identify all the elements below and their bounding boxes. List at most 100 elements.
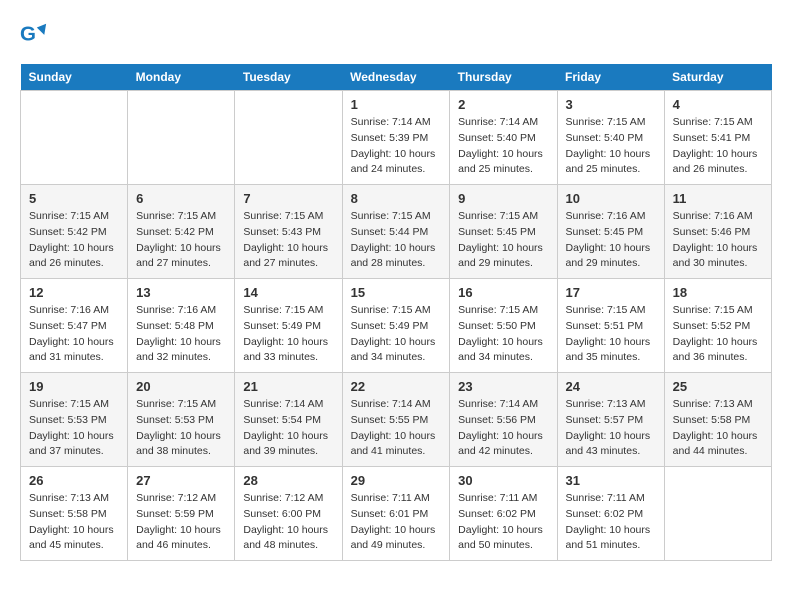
calendar-cell: 3Sunrise: 7:15 AMSunset: 5:40 PMDaylight… [557,91,664,185]
day-number: 8 [351,191,442,206]
logo-icon: G [20,20,48,48]
day-number: 15 [351,285,442,300]
calendar-cell: 14 Sunrise: 7:15 AMSunset: 5:49 PMDayligh… [235,279,342,373]
day-info: Sunrise: 7:16 AMSunset: 5:47 PMDaylight:… [29,303,119,366]
calendar-week-row: 19 Sunrise: 7:15 AMSunset: 5:53 PMDayligh… [21,373,772,467]
calendar-cell: 27 Sunrise: 7:12 AMSunset: 5:59 PMDayligh… [128,467,235,561]
calendar-cell: 22Sunrise: 7:14 AMSunset: 5:55 PMDayligh… [342,373,450,467]
calendar-week-row: 5 Sunrise: 7:15 AMSunset: 5:42 PMDaylight… [21,185,772,279]
day-number: 24 [566,379,656,394]
day-info: Sunrise: 7:14 AMSunset: 5:39 PMDaylight:… [351,115,442,178]
day-info: Sunrise: 7:15 AMSunset: 5:53 PMDaylight:… [29,397,119,460]
calendar-cell: 24Sunrise: 7:13 AMSunset: 5:57 PMDayligh… [557,373,664,467]
calendar-cell: 6 Sunrise: 7:15 AMSunset: 5:42 PMDaylight… [128,185,235,279]
day-number: 20 [136,379,226,394]
calendar-cell: 31 Sunrise: 7:11 AMSunset: 6:02 PMDayligh… [557,467,664,561]
day-number: 2 [458,97,548,112]
calendar-cell: 4 Sunrise: 7:15 AMSunset: 5:41 PMDaylight… [664,91,771,185]
svg-text:G: G [20,23,36,46]
calendar-cell: 2 Sunrise: 7:14 AMSunset: 5:40 PMDaylight… [450,91,557,185]
day-info: Sunrise: 7:15 AMSunset: 5:42 PMDaylight:… [29,209,119,272]
day-number: 17 [566,285,656,300]
day-header-thursday: Thursday [450,64,557,91]
day-number: 13 [136,285,226,300]
day-info: Sunrise: 7:11 AMSunset: 6:02 PMDaylight:… [566,491,656,554]
day-info: Sunrise: 7:12 AMSunset: 6:00 PMDaylight:… [243,491,333,554]
day-info: Sunrise: 7:15 AMSunset: 5:49 PMDaylight:… [351,303,442,366]
day-number: 30 [458,473,548,488]
calendar-cell: 13 Sunrise: 7:16 AMSunset: 5:48 PMDayligh… [128,279,235,373]
day-header-sunday: Sunday [21,64,128,91]
day-info: Sunrise: 7:11 AMSunset: 6:01 PMDaylight:… [351,491,442,554]
calendar-cell: 17 Sunrise: 7:15 AMSunset: 5:51 PMDayligh… [557,279,664,373]
calendar-week-row: 12Sunrise: 7:16 AMSunset: 5:47 PMDayligh… [21,279,772,373]
calendar-week-row: 26 Sunrise: 7:13 AMSunset: 5:58 PMDayligh… [21,467,772,561]
day-info: Sunrise: 7:15 AMSunset: 5:44 PMDaylight:… [351,209,442,272]
day-number: 10 [566,191,656,206]
day-info: Sunrise: 7:15 AMSunset: 5:41 PMDaylight:… [673,115,763,178]
calendar-header-row: SundayMondayTuesdayWednesdayThursdayFrid… [21,64,772,91]
day-number: 29 [351,473,442,488]
calendar-cell: 26 Sunrise: 7:13 AMSunset: 5:58 PMDayligh… [21,467,128,561]
calendar-cell: 20 Sunrise: 7:15 AMSunset: 5:53 PMDayligh… [128,373,235,467]
day-number: 28 [243,473,333,488]
day-info: Sunrise: 7:16 AMSunset: 5:46 PMDaylight:… [673,209,763,272]
calendar-week-row: 1 Sunrise: 7:14 AMSunset: 5:39 PMDaylight… [21,91,772,185]
day-header-monday: Monday [128,64,235,91]
day-info: Sunrise: 7:15 AMSunset: 5:42 PMDaylight:… [136,209,226,272]
day-info: Sunrise: 7:15 AMSunset: 5:53 PMDaylight:… [136,397,226,460]
calendar-cell: 29 Sunrise: 7:11 AMSunset: 6:01 PMDayligh… [342,467,450,561]
day-number: 4 [673,97,763,112]
day-number: 21 [243,379,333,394]
day-info: Sunrise: 7:11 AMSunset: 6:02 PMDaylight:… [458,491,548,554]
calendar-cell [128,91,235,185]
calendar-cell: 8 Sunrise: 7:15 AMSunset: 5:44 PMDaylight… [342,185,450,279]
calendar-cell [235,91,342,185]
day-info: Sunrise: 7:14 AMSunset: 5:55 PMDaylight:… [351,397,442,460]
day-number: 23 [458,379,548,394]
day-number: 25 [673,379,763,394]
calendar-cell: 9 Sunrise: 7:15 AMSunset: 5:45 PMDaylight… [450,185,557,279]
day-number: 1 [351,97,442,112]
logo: G [20,20,52,48]
day-number: 18 [673,285,763,300]
page-header: G [20,20,772,48]
day-info: Sunrise: 7:14 AMSunset: 5:56 PMDaylight:… [458,397,548,460]
day-header-tuesday: Tuesday [235,64,342,91]
day-info: Sunrise: 7:15 AMSunset: 5:40 PMDaylight:… [566,115,656,178]
day-number: 6 [136,191,226,206]
day-info: Sunrise: 7:13 AMSunset: 5:58 PMDaylight:… [673,397,763,460]
day-info: Sunrise: 7:15 AMSunset: 5:49 PMDaylight:… [243,303,333,366]
day-info: Sunrise: 7:13 AMSunset: 5:58 PMDaylight:… [29,491,119,554]
day-info: Sunrise: 7:16 AMSunset: 5:48 PMDaylight:… [136,303,226,366]
calendar-cell: 5 Sunrise: 7:15 AMSunset: 5:42 PMDaylight… [21,185,128,279]
day-number: 19 [29,379,119,394]
day-info: Sunrise: 7:12 AMSunset: 5:59 PMDaylight:… [136,491,226,554]
day-info: Sunrise: 7:15 AMSunset: 5:50 PMDaylight:… [458,303,548,366]
day-number: 7 [243,191,333,206]
day-info: Sunrise: 7:15 AMSunset: 5:52 PMDaylight:… [673,303,763,366]
day-number: 16 [458,285,548,300]
day-number: 11 [673,191,763,206]
day-info: Sunrise: 7:15 AMSunset: 5:51 PMDaylight:… [566,303,656,366]
calendar-cell: 15 Sunrise: 7:15 AMSunset: 5:49 PMDayligh… [342,279,450,373]
day-info: Sunrise: 7:16 AMSunset: 5:45 PMDaylight:… [566,209,656,272]
calendar-cell: 23 Sunrise: 7:14 AMSunset: 5:56 PMDayligh… [450,373,557,467]
day-info: Sunrise: 7:15 AMSunset: 5:45 PMDaylight:… [458,209,548,272]
calendar-cell: 7Sunrise: 7:15 AMSunset: 5:43 PMDaylight… [235,185,342,279]
day-header-wednesday: Wednesday [342,64,450,91]
day-number: 27 [136,473,226,488]
calendar-cell: 19 Sunrise: 7:15 AMSunset: 5:53 PMDayligh… [21,373,128,467]
day-number: 31 [566,473,656,488]
calendar-cell: 25 Sunrise: 7:13 AMSunset: 5:58 PMDayligh… [664,373,771,467]
day-info: Sunrise: 7:14 AMSunset: 5:54 PMDaylight:… [243,397,333,460]
calendar-cell: 1 Sunrise: 7:14 AMSunset: 5:39 PMDaylight… [342,91,450,185]
calendar-table: SundayMondayTuesdayWednesdayThursdayFrid… [20,64,772,561]
calendar-cell: 12Sunrise: 7:16 AMSunset: 5:47 PMDayligh… [21,279,128,373]
day-number: 5 [29,191,119,206]
day-number: 26 [29,473,119,488]
day-number: 9 [458,191,548,206]
day-info: Sunrise: 7:14 AMSunset: 5:40 PMDaylight:… [458,115,548,178]
day-number: 14 [243,285,333,300]
calendar-cell: 30 Sunrise: 7:11 AMSunset: 6:02 PMDayligh… [450,467,557,561]
